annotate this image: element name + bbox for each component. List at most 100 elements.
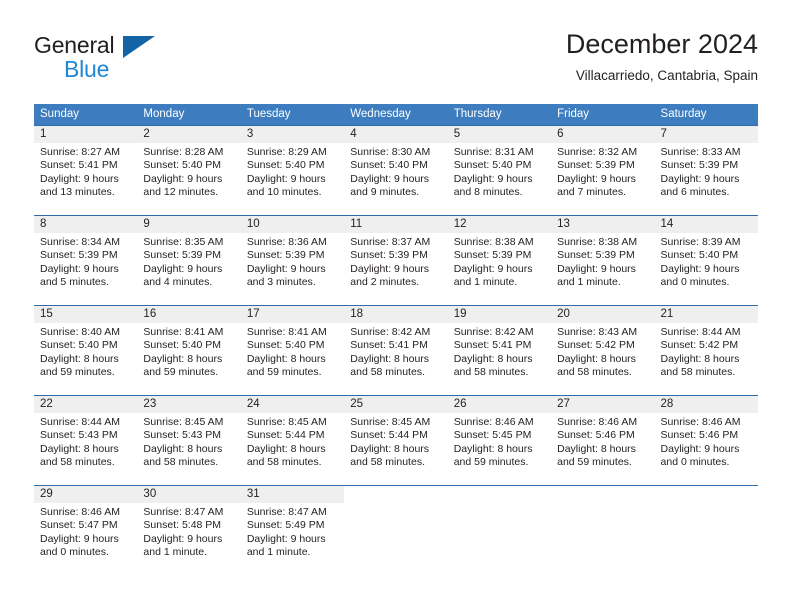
calendar-day-cell[interactable]: 21 Sunrise: 8:44 AM Sunset: 5:42 PM Dayligh… <box>654 305 758 396</box>
day-info: Sunrise: 8:40 AM Sunset: 5:40 PM Daylight:… <box>34 323 137 380</box>
calendar-day-cell[interactable]: 22 Sunrise: 8:44 AM Sunset: 5:43 PM Dayligh… <box>34 395 138 486</box>
day-number: 11 <box>344 216 448 233</box>
page-header: General Blue December 2024 Villacarriedo… <box>0 0 792 100</box>
calendar-day-cell[interactable]: 8 Sunrise: 8:34 AM Sunset: 5:39 PM Daylight… <box>34 215 138 306</box>
calendar-day-cell[interactable]: 19 Sunrise: 8:42 AM Sunset: 5:41 PM Dayligh… <box>447 305 552 396</box>
daylight-duration-line1: Daylight: 9 hours <box>246 172 326 185</box>
calendar-day-cell[interactable]: 14 Sunrise: 8:39 AM Sunset: 5:40 PM Dayligh… <box>654 215 758 306</box>
daylight-duration-line2: and 59 minutes. <box>453 456 529 469</box>
daylight-duration-line2: and 13 minutes. <box>40 186 115 199</box>
day-info: Sunrise: 8:46 AM Sunset: 5:45 PM Daylight:… <box>448 413 551 470</box>
day-info: Sunrise: 8:42 AM Sunset: 5:41 PM Daylight:… <box>448 323 551 380</box>
day-info: Sunrise: 8:32 AM Sunset: 5:39 PM Daylight:… <box>551 143 654 200</box>
daylight-duration-line1: Daylight: 8 hours <box>557 442 636 455</box>
calendar-day-cell[interactable]: 29 Sunrise: 8:46 AM Sunset: 5:47 PM Dayligh… <box>34 485 138 576</box>
sunset-time: Sunset: 5:39 PM <box>143 249 222 262</box>
day-number: 15 <box>34 306 138 323</box>
calendar-day-cell[interactable]: 4 Sunrise: 8:30 AM Sunset: 5:40 PM Daylight… <box>344 125 448 216</box>
day-number: 17 <box>240 306 345 323</box>
calendar-day-cell[interactable]: 7 Sunrise: 8:33 AM Sunset: 5:39 PM Daylight… <box>654 125 758 216</box>
day-number: 23 <box>137 396 241 413</box>
daylight-duration-line1: Daylight: 9 hours <box>660 262 740 275</box>
calendar-day-cell[interactable]: 31 Sunrise: 8:47 AM Sunset: 5:49 PM Dayligh… <box>240 485 345 576</box>
daylight-duration-line1: Daylight: 8 hours <box>453 352 533 365</box>
calendar-day-cell[interactable]: 20 Sunrise: 8:43 AM Sunset: 5:42 PM Dayligh… <box>551 305 655 396</box>
day-number: 21 <box>654 306 758 323</box>
page-subtitle: Villacarriedo, Cantabria, Spain <box>575 68 758 83</box>
weekday-header-monday: Monday <box>137 104 241 126</box>
day-info: Sunrise: 8:38 AM Sunset: 5:39 PM Daylight:… <box>551 233 654 290</box>
daylight-duration-line2: and 7 minutes. <box>557 186 626 199</box>
day-info: Sunrise: 8:37 AM Sunset: 5:39 PM Daylight:… <box>344 233 447 290</box>
daylight-duration-line2: and 59 minutes. <box>557 456 632 469</box>
daylight-duration-line1: Daylight: 8 hours <box>246 352 326 365</box>
general-blue-logo[interactable]: General Blue <box>34 32 214 88</box>
calendar-day-cell[interactable]: 10 Sunrise: 8:36 AM Sunset: 5:39 PM Dayligh… <box>240 215 345 306</box>
daylight-duration-line2: and 0 minutes. <box>660 276 730 289</box>
logo-text-blue: Blue <box>64 56 110 82</box>
daylight-duration-line1: Daylight: 8 hours <box>143 352 223 365</box>
triangle-icon <box>123 36 155 58</box>
calendar-day-cell[interactable]: 11 Sunrise: 8:37 AM Sunset: 5:39 PM Dayligh… <box>344 215 448 306</box>
daylight-duration-line1: Daylight: 9 hours <box>143 172 223 185</box>
day-number <box>448 486 551 503</box>
calendar-day-cell[interactable]: 12 Sunrise: 8:38 AM Sunset: 5:39 PM Dayligh… <box>447 215 552 306</box>
calendar-day-cell[interactable]: 28 Sunrise: 8:46 AM Sunset: 5:46 PM Dayligh… <box>654 395 758 486</box>
calendar-day-cell[interactable]: 17 Sunrise: 8:41 AM Sunset: 5:40 PM Dayligh… <box>240 305 345 396</box>
daylight-duration-line1: Daylight: 8 hours <box>143 442 223 455</box>
daylight-duration-line2: and 0 minutes. <box>660 456 730 469</box>
daylight-duration-line2: and 1 minute. <box>143 546 208 559</box>
calendar-week-row: 15 Sunrise: 8:40 AM Sunset: 5:40 PM Dayligh… <box>34 305 758 396</box>
sunrise-time: Sunrise: 8:27 AM <box>40 146 120 158</box>
day-number: 29 <box>34 486 138 503</box>
calendar-day-cell[interactable]: 9 Sunrise: 8:35 AM Sunset: 5:39 PM Daylight… <box>137 215 241 306</box>
calendar-day-cell[interactable]: 23 Sunrise: 8:45 AM Sunset: 5:43 PM Dayligh… <box>137 395 241 486</box>
calendar-day-cell[interactable]: 30 Sunrise: 8:47 AM Sunset: 5:48 PM Dayligh… <box>137 485 241 576</box>
sunset-time: Sunset: 5:43 PM <box>143 429 222 442</box>
daylight-duration-line2: and 3 minutes. <box>246 276 316 289</box>
sunset-time: Sunset: 5:39 PM <box>660 159 739 172</box>
daylight-duration-line1: Daylight: 8 hours <box>350 442 430 455</box>
calendar-day-cell[interactable]: 2 Sunrise: 8:28 AM Sunset: 5:40 PM Daylight… <box>137 125 241 216</box>
day-info: Sunrise: 8:45 AM Sunset: 5:43 PM Daylight:… <box>137 413 240 470</box>
day-info: Sunrise: 8:44 AM Sunset: 5:42 PM Daylight:… <box>655 323 758 380</box>
day-info: Sunrise: 8:46 AM Sunset: 5:46 PM Daylight:… <box>655 413 758 470</box>
daylight-duration-line1: Daylight: 8 hours <box>40 352 119 365</box>
calendar-day-cell[interactable]: 16 Sunrise: 8:41 AM Sunset: 5:40 PM Dayligh… <box>137 305 241 396</box>
calendar-day-cell[interactable]: 13 Sunrise: 8:38 AM Sunset: 5:39 PM Dayligh… <box>551 215 655 306</box>
sunrise-time: Sunrise: 8:47 AM <box>246 506 327 518</box>
calendar-day-cell[interactable]: 26 Sunrise: 8:46 AM Sunset: 5:45 PM Dayligh… <box>447 395 552 486</box>
sunrise-time: Sunrise: 8:41 AM <box>143 326 224 338</box>
calendar-day-cell[interactable]: 27 Sunrise: 8:46 AM Sunset: 5:46 PM Dayligh… <box>551 395 655 486</box>
day-number: 26 <box>447 396 552 413</box>
day-info: Sunrise: 8:46 AM Sunset: 5:47 PM Daylight:… <box>34 503 137 560</box>
calendar-day-cell[interactable]: 5 Sunrise: 8:31 AM Sunset: 5:40 PM Daylight… <box>447 125 552 216</box>
calendar-day-cell[interactable]: 1 Sunrise: 8:27 AM Sunset: 5:41 PM Daylight… <box>34 125 138 216</box>
calendar-day-cell[interactable]: 18 Sunrise: 8:42 AM Sunset: 5:41 PM Dayligh… <box>344 305 448 396</box>
daylight-duration-line1: Daylight: 8 hours <box>453 442 533 455</box>
weekday-header-tuesday: Tuesday <box>240 104 345 126</box>
day-number: 9 <box>137 216 241 233</box>
calendar-day-cell[interactable]: 15 Sunrise: 8:40 AM Sunset: 5:40 PM Dayligh… <box>34 305 138 396</box>
daylight-duration-line2: and 4 minutes. <box>143 276 213 289</box>
sunrise-time: Sunrise: 8:38 AM <box>453 236 534 248</box>
sunset-time: Sunset: 5:40 PM <box>143 339 222 352</box>
calendar-day-cell[interactable]: 24 Sunrise: 8:45 AM Sunset: 5:44 PM Dayligh… <box>240 395 345 486</box>
day-info: Sunrise: 8:47 AM Sunset: 5:49 PM Daylight:… <box>241 503 344 560</box>
daylight-duration-line1: Daylight: 9 hours <box>453 262 533 275</box>
day-number: 22 <box>34 396 138 413</box>
calendar-day-cell[interactable]: 6 Sunrise: 8:32 AM Sunset: 5:39 PM Daylight… <box>551 125 655 216</box>
calendar-day-cell[interactable]: 25 Sunrise: 8:45 AM Sunset: 5:44 PM Dayligh… <box>344 395 448 486</box>
day-number: 24 <box>240 396 345 413</box>
daylight-duration-line1: Daylight: 9 hours <box>40 172 119 185</box>
day-info: Sunrise: 8:47 AM Sunset: 5:48 PM Daylight:… <box>137 503 240 560</box>
sunrise-time: Sunrise: 8:40 AM <box>40 326 120 338</box>
sunrise-time: Sunrise: 8:42 AM <box>350 326 431 338</box>
calendar-day-cell[interactable]: 3 Sunrise: 8:29 AM Sunset: 5:40 PM Daylight… <box>240 125 345 216</box>
sunrise-time: Sunrise: 8:46 AM <box>453 416 534 428</box>
sunrise-time: Sunrise: 8:34 AM <box>40 236 120 248</box>
weekday-header-thursday: Thursday <box>447 104 552 126</box>
daylight-duration-line2: and 58 minutes. <box>350 366 425 379</box>
calendar-day-cell-empty <box>551 485 655 576</box>
daylight-duration-line1: Daylight: 8 hours <box>557 352 636 365</box>
